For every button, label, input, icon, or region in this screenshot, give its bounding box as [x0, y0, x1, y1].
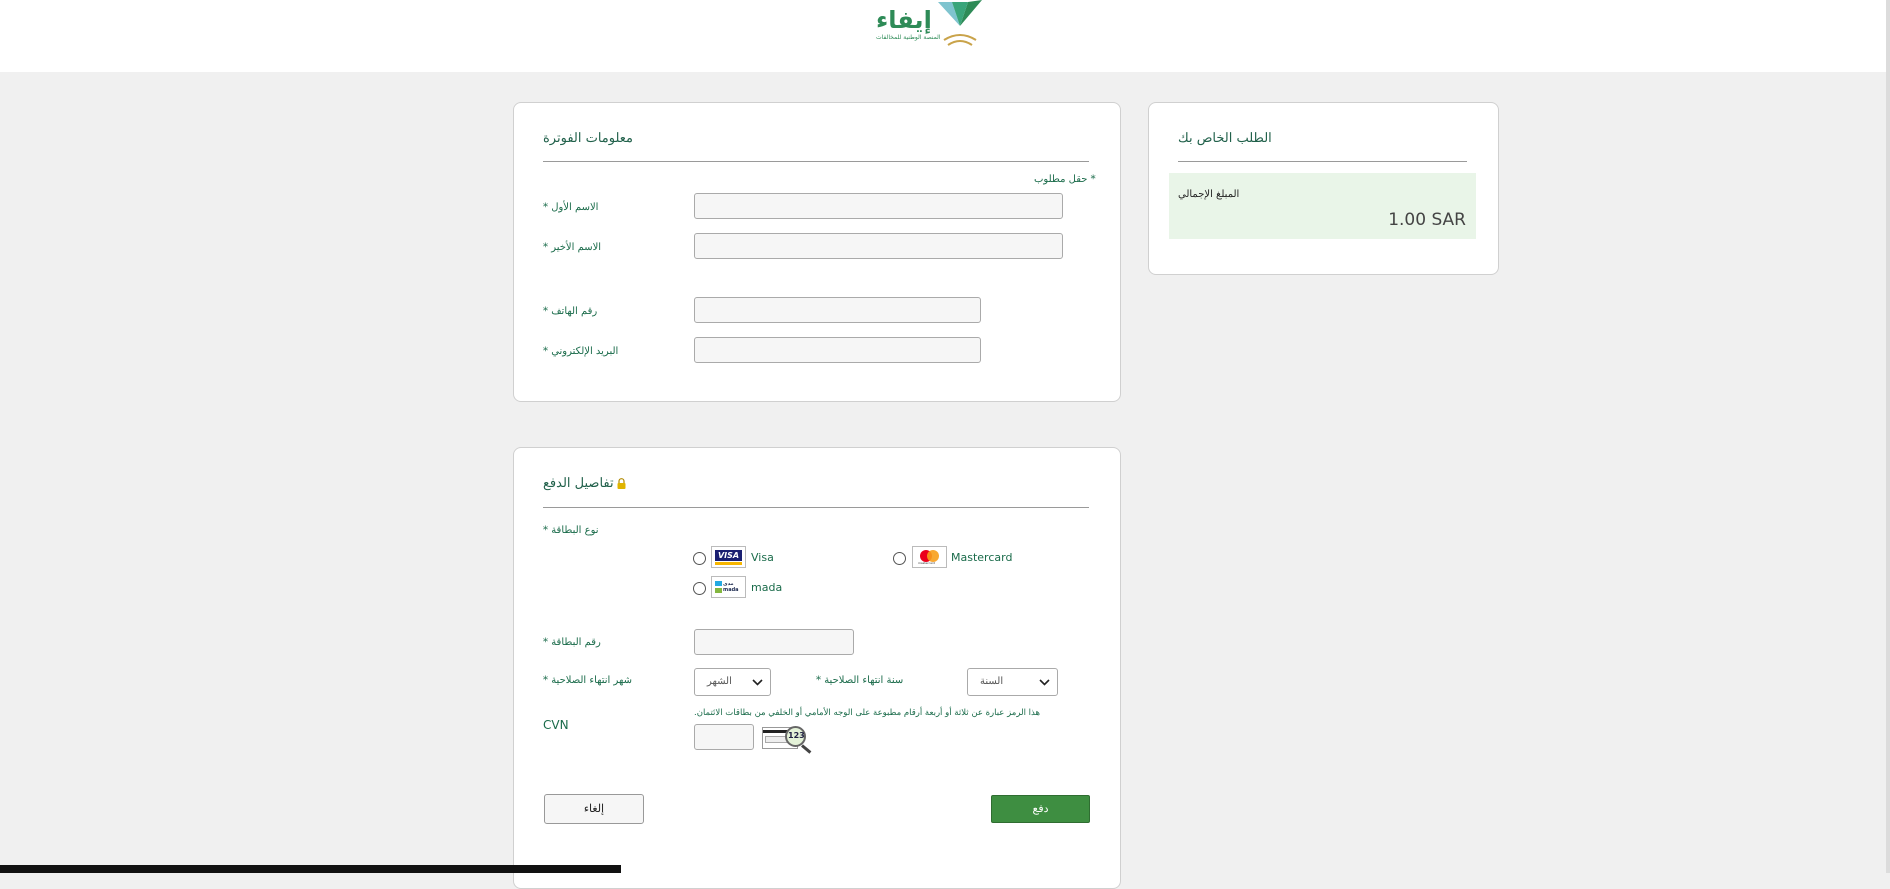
email-input[interactable]: [694, 337, 981, 363]
chevron-down-icon: [1039, 679, 1050, 686]
mada-logo: مدى mada: [711, 576, 746, 598]
scrollbar[interactable]: [1886, 0, 1890, 873]
first-name-input[interactable]: [694, 193, 1063, 219]
logo-mark-icon: [938, 0, 982, 46]
phone-input[interactable]: [694, 297, 981, 323]
total-amount: 1.00 SAR: [1388, 210, 1466, 230]
phone-label: * رقم الهاتف: [543, 306, 598, 317]
visa-name[interactable]: Visa: [751, 551, 774, 564]
mastercard-name[interactable]: Mastercard: [951, 551, 1012, 564]
payment-title: تفاصيل الدفع: [543, 476, 626, 491]
expiry-year-label: * سنة انتهاء الصلاحية: [816, 675, 904, 686]
email-label: * البريد الإلكتروني: [543, 346, 619, 357]
expiry-year-select[interactable]: السنة: [967, 668, 1058, 696]
billing-title: معلومات الفوترة: [543, 131, 634, 146]
logo-subtitle: المنصة الوطنية للمخالفات: [876, 34, 941, 41]
last-name-label: * الاسم الأخير: [543, 242, 602, 253]
mada-radio[interactable]: [693, 582, 706, 595]
mada-name[interactable]: mada: [751, 581, 782, 594]
lock-icon: [617, 478, 626, 489]
total-label: المبلغ الإجمالي: [1178, 189, 1240, 200]
card-number-label: * رقم البطاقة: [543, 637, 601, 648]
visa-logo: VISA: [711, 546, 746, 568]
logo-text: إيفاء: [876, 6, 932, 34]
pay-button[interactable]: دفع: [991, 795, 1090, 823]
order-title: الطلب الخاص بك: [1178, 131, 1272, 146]
mastercard-radio[interactable]: [893, 552, 906, 565]
first-name-label: * الاسم الأول: [543, 202, 599, 213]
last-name-input[interactable]: [694, 233, 1063, 259]
efaa-logo: إيفاء المنصة الوطنية للمخالفات: [872, 0, 984, 52]
cvn-input[interactable]: [694, 724, 754, 750]
expiry-month-label: * شهر انتهاء الصلاحية: [543, 675, 633, 686]
payment-divider: [543, 507, 1089, 508]
visa-radio[interactable]: [693, 552, 706, 565]
order-divider: [1178, 161, 1467, 162]
billing-divider: [543, 161, 1089, 162]
bottom-overlay-bar: [0, 865, 621, 873]
cvn-help-text: .هذا الرمز عبارة عن ثلاثة أو أربعة أرقام…: [694, 708, 1040, 718]
cvn-label: CVN: [543, 718, 569, 732]
card-number-input[interactable]: [694, 629, 854, 655]
card-type-label: * نوع البطاقة: [543, 525, 599, 536]
cancel-button[interactable]: إلغاء: [544, 794, 644, 824]
expiry-month-select[interactable]: الشهر: [694, 668, 771, 696]
mastercard-logo: mastercard: [912, 546, 947, 568]
cvn-card-icon: 123: [762, 725, 814, 754]
required-note: حقل مطلوب *: [1034, 174, 1096, 185]
chevron-down-icon: [752, 679, 763, 686]
total-box: المبلغ الإجمالي 1.00 SAR: [1169, 173, 1476, 239]
header-bar: إيفاء المنصة الوطنية للمخالفات: [0, 0, 1886, 72]
